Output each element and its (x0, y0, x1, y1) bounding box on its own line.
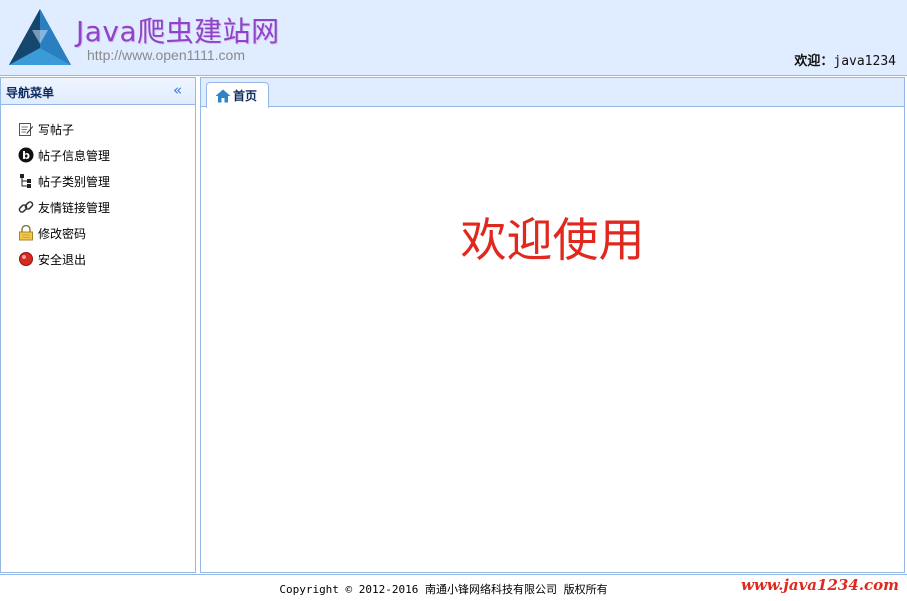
logo-title: Java爬虫建站网 (76, 15, 280, 48)
nav-item-label: 友情链接管理 (38, 200, 111, 215)
nav-item-label: 帖子信息管理 (38, 148, 111, 163)
header: Java爬虫建站网 http://www.open1111.com 欢迎：jav… (0, 0, 907, 76)
nav-title: 导航菜单 (6, 86, 55, 100)
home-icon (215, 89, 231, 102)
nav-list: 写帖子 b 帖子信息管理 帖子类别管理 友情链接管理 修改密码 安全退出 (1, 105, 195, 272)
username: java1234 (833, 54, 896, 69)
nav-item-label: 安全退出 (38, 252, 87, 267)
nav-item-write-post[interactable]: 写帖子 (1, 116, 195, 142)
nav-item-label: 修改密码 (38, 226, 87, 241)
footer: Copyright © 2012-2016 南通小锋网络科技有限公司 版权所有 … (0, 574, 907, 601)
welcome-user: 欢迎：java1234 (794, 50, 896, 69)
watermark-url: www.java1234.com (740, 576, 899, 594)
nav-item-change-password[interactable]: 修改密码 (1, 220, 195, 246)
tab-home[interactable]: 首页 (206, 82, 269, 108)
collapse-icon[interactable]: « (173, 81, 187, 99)
svg-text:b: b (22, 149, 30, 162)
nav-item-post-manage[interactable]: b 帖子信息管理 (1, 142, 195, 168)
welcome-label: 欢迎： (794, 54, 834, 69)
exit-icon (19, 252, 33, 266)
edit-icon (19, 123, 33, 136)
tab-label: 首页 (233, 89, 258, 103)
nav-item-logout[interactable]: 安全退出 (1, 246, 195, 272)
nav-item-friend-links[interactable]: 友情链接管理 (1, 194, 195, 220)
logo-url: http://www.open1111.com (87, 47, 245, 63)
main-panel: 首页 欢迎使用 (200, 77, 905, 573)
nav-item-label: 写帖子 (38, 122, 75, 137)
link-icon (18, 201, 34, 213)
nav-header: 导航菜单 « (1, 78, 195, 105)
tree-icon (20, 174, 31, 188)
welcome-heading: 欢迎使用 (460, 213, 645, 267)
nav-item-label: 帖子类别管理 (38, 174, 111, 189)
lock-icon (19, 225, 33, 241)
nav-item-post-category[interactable]: 帖子类别管理 (1, 168, 195, 194)
blog-icon: b (18, 147, 34, 163)
tab-bar: 首页 (201, 78, 904, 108)
nav-panel: 导航菜单 « 写帖子 b 帖子信息管理 帖子类别管理 友情链接管理 修改密码 安… (0, 77, 196, 573)
logo-icon (9, 9, 71, 65)
